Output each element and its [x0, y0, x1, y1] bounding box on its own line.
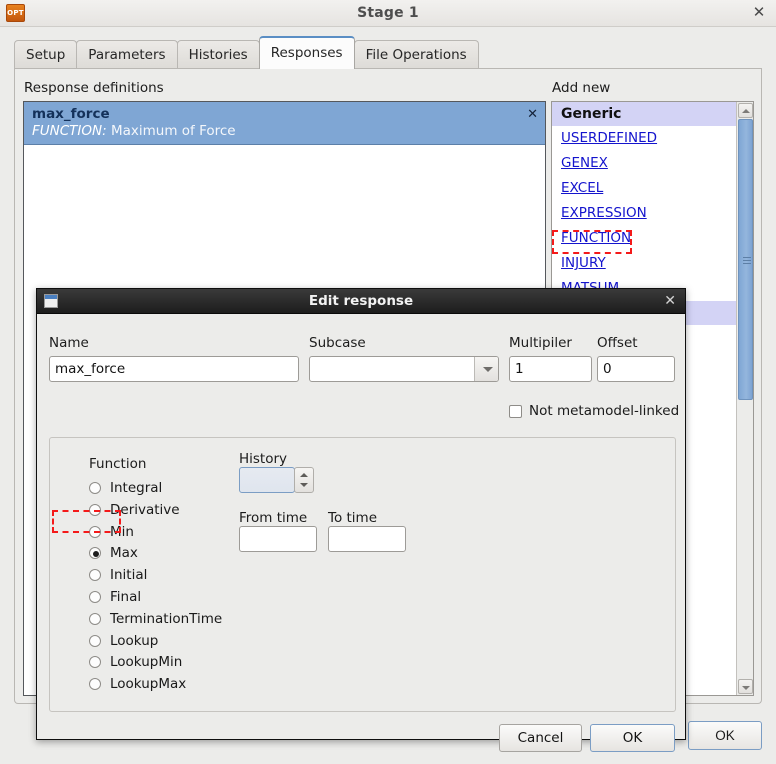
function-radio-max[interactable]: Max	[89, 544, 138, 562]
not-metamodel-linked-label: Not metamodel-linked	[529, 403, 680, 419]
tab-histories[interactable]: Histories	[176, 40, 260, 69]
scroll-up-icon[interactable]	[738, 103, 753, 118]
scrollbar-grip-icon	[743, 257, 751, 264]
radio-button-icon[interactable]	[89, 678, 101, 691]
radio-button-icon[interactable]	[89, 569, 101, 582]
subcase-label: Subcase	[309, 335, 366, 351]
radio-button-icon[interactable]	[89, 634, 101, 647]
scroll-down-icon[interactable]	[738, 679, 753, 694]
dialog-titlebar: Edit response ✕	[37, 289, 685, 314]
function-radio-lookupmax[interactable]: LookupMax	[89, 675, 186, 693]
main-ok-button[interactable]: OK	[688, 721, 762, 750]
response-description: FUNCTION: Maximum of Force	[32, 123, 537, 139]
function-radio-label: LookupMax	[110, 676, 187, 693]
tab-bar: Setup Parameters Histories Responses File Op…	[0, 27, 776, 69]
offset-input[interactable]	[597, 356, 675, 382]
function-radio-label: LookupMin	[110, 654, 183, 671]
spinner-arrows-icon[interactable]	[294, 467, 314, 493]
not-metamodel-linked-checkbox[interactable]: Not metamodel-linked	[509, 403, 679, 419]
add-new-group-header: Generic	[552, 102, 737, 126]
function-radio-label: Integral	[110, 480, 163, 496]
function-label: Function	[89, 456, 147, 472]
multiplier-label: Multipiler	[509, 335, 572, 351]
function-radio-integral[interactable]: Integral	[89, 479, 162, 497]
radio-button-icon[interactable]	[89, 547, 101, 560]
radio-button-icon[interactable]	[89, 656, 101, 669]
response-description-text: Maximum of Force	[110, 123, 236, 139]
add-new-label: Add new	[552, 80, 611, 96]
window-close-icon[interactable]: ✕	[751, 5, 767, 21]
to-time-label: To time	[328, 510, 378, 526]
response-type-label: FUNCTION:	[32, 123, 107, 139]
dialog-title: Edit response	[308, 293, 414, 309]
function-radio-label: Final	[110, 589, 142, 605]
window-title: Stage 1	[357, 5, 419, 21]
chevron-down-icon[interactable]	[474, 357, 498, 381]
multiplier-input[interactable]	[509, 356, 592, 382]
add-new-scrollbar[interactable]	[736, 102, 753, 695]
checkbox-box-icon	[509, 404, 522, 418]
cancel-button[interactable]: Cancel	[499, 724, 582, 752]
window-titlebar: OPT Stage 1 ✕	[0, 0, 776, 27]
remove-response-icon[interactable]: ✕	[527, 107, 538, 122]
function-radio-lookup[interactable]: Lookup	[89, 632, 158, 650]
history-spinner[interactable]	[239, 467, 314, 493]
offset-label: Offset	[597, 335, 638, 351]
radio-button-icon[interactable]	[89, 482, 101, 494]
function-radio-label: Min	[110, 523, 134, 540]
function-radio-min[interactable]: Min	[89, 523, 134, 541]
from-time-label: From time	[239, 510, 308, 526]
subcase-select[interactable]	[309, 356, 499, 382]
history-label: History	[239, 451, 288, 467]
add-new-link-excel[interactable]: EXCEL	[552, 176, 737, 201]
dialog-close-icon[interactable]: ✕	[664, 293, 676, 309]
add-new-link-injury[interactable]: INJURY	[552, 251, 737, 276]
to-time-input[interactable]	[328, 526, 406, 552]
response-definitions-label: Response definitions	[24, 80, 164, 96]
from-time-input[interactable]	[239, 526, 317, 552]
add-new-link-genex[interactable]: GENEX	[552, 151, 737, 176]
radio-button-icon[interactable]	[89, 591, 101, 603]
dialog-body: Name Subcase Multipiler Offset Not metam…	[37, 314, 685, 752]
function-radio-label: Derivative	[110, 501, 180, 518]
history-input[interactable]	[239, 467, 295, 493]
response-name: max_force	[32, 106, 110, 122]
edit-response-dialog: Edit response ✕ Name Subcase Multipiler …	[36, 288, 686, 752]
radio-button-icon[interactable]	[89, 525, 101, 538]
function-radio-label: TerminationTime	[110, 610, 223, 627]
tab-parameters[interactable]: Parameters	[76, 40, 178, 69]
add-new-link-userdefined[interactable]: USERDEFINED	[552, 126, 737, 151]
function-radio-terminationtime[interactable]: TerminationTime	[89, 610, 222, 628]
add-new-link-expression[interactable]: EXPRESSION	[552, 201, 737, 226]
function-radio-initial[interactable]: Initial	[89, 566, 147, 584]
radio-button-icon[interactable]	[89, 503, 101, 516]
name-label: Name	[49, 335, 89, 351]
tab-file-operations[interactable]: File Operations	[353, 40, 479, 69]
scrollbar-thumb[interactable]	[738, 119, 753, 400]
add-new-link-function[interactable]: FUNCTION	[552, 226, 737, 251]
name-input[interactable]	[49, 356, 299, 382]
list-item[interactable]: max_force FUNCTION: Maximum of Force ✕	[24, 102, 545, 145]
dialog-ok-button[interactable]: OK	[590, 724, 675, 752]
application-window: OPT Stage 1 ✕ Setup Parameters Histories Re…	[0, 0, 776, 764]
function-radio-label: Max	[110, 545, 138, 562]
tab-setup[interactable]: Setup	[14, 40, 78, 69]
tab-responses[interactable]: Responses	[258, 36, 355, 69]
function-radio-label: Initial	[110, 567, 148, 584]
function-radio-final[interactable]: Final	[89, 588, 141, 606]
function-radio-label: Lookup	[110, 632, 159, 649]
function-radio-lookupmin[interactable]: LookupMin	[89, 653, 182, 671]
radio-button-icon[interactable]	[89, 612, 101, 625]
function-radio-derivative[interactable]: Derivative	[89, 501, 180, 519]
